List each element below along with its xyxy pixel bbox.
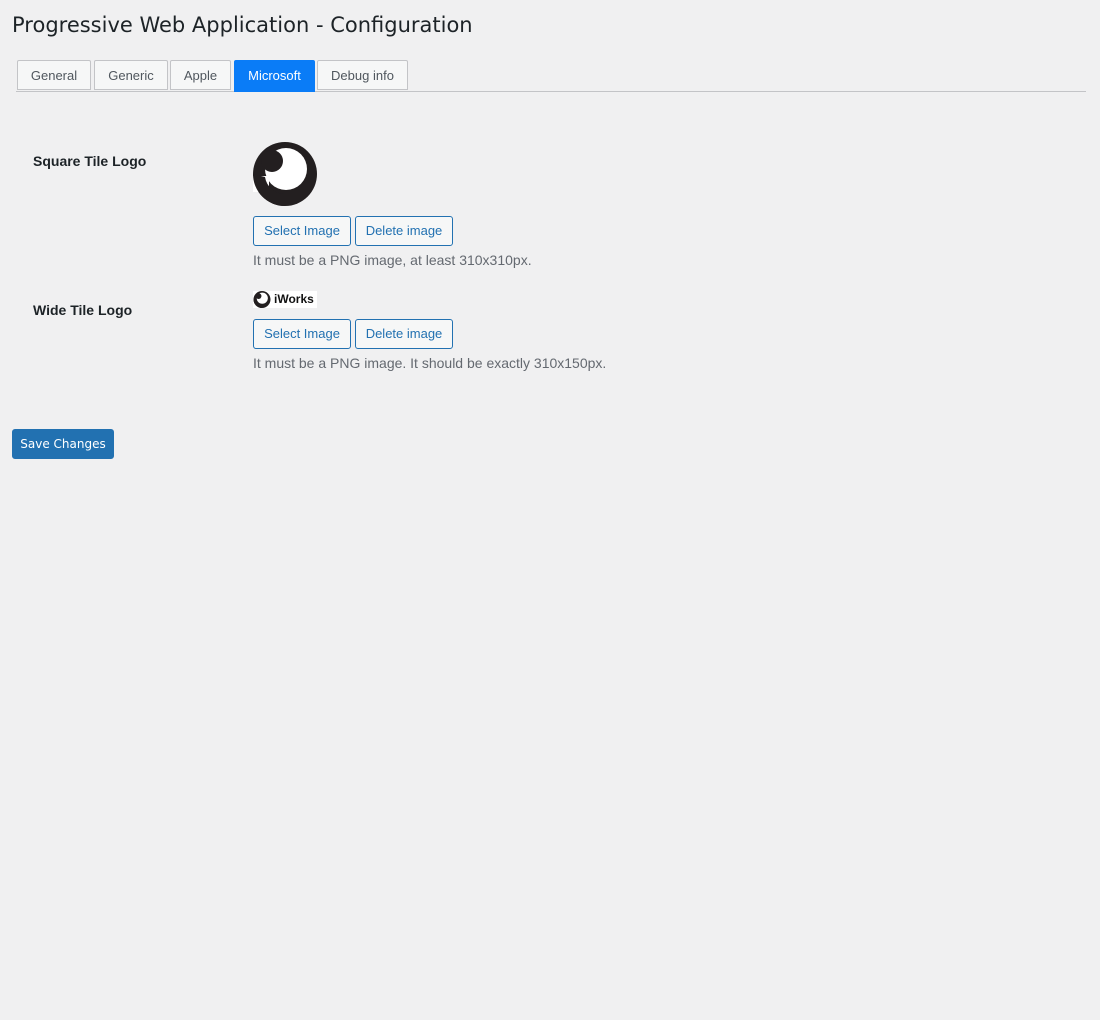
wide-tile-logo-label: Wide Tile Logo xyxy=(33,302,133,318)
square-tile-description: It must be a PNG image, at least 310x310… xyxy=(253,252,532,268)
wide-tile-select-image-button[interactable]: Select Image xyxy=(253,319,351,349)
tab-microsoft[interactable]: Microsoft xyxy=(234,60,315,92)
settings-tabs: General Generic Apple Microsoft Debug in… xyxy=(16,60,1086,92)
tab-general[interactable]: General xyxy=(17,60,91,90)
tab-debug-info[interactable]: Debug info xyxy=(317,60,408,90)
square-tile-logo-label: Square Tile Logo xyxy=(33,153,147,169)
tab-generic[interactable]: Generic xyxy=(94,60,168,90)
square-tile-logo-image xyxy=(253,142,317,206)
tab-apple[interactable]: Apple xyxy=(170,60,231,90)
wide-tile-logo-image: iWorks xyxy=(253,291,317,308)
square-tile-select-image-button[interactable]: Select Image xyxy=(253,216,351,246)
wide-tile-logo-text: iWorks xyxy=(274,292,314,306)
save-changes-button[interactable]: Save Changes xyxy=(12,429,114,459)
square-tile-delete-image-button[interactable]: Delete image xyxy=(355,216,453,246)
iworks-logo-icon xyxy=(253,291,271,308)
wide-tile-delete-image-button[interactable]: Delete image xyxy=(355,319,453,349)
wide-tile-description: It must be a PNG image. It should be exa… xyxy=(253,355,607,371)
page-title: Progressive Web Application - Configurat… xyxy=(12,13,473,37)
